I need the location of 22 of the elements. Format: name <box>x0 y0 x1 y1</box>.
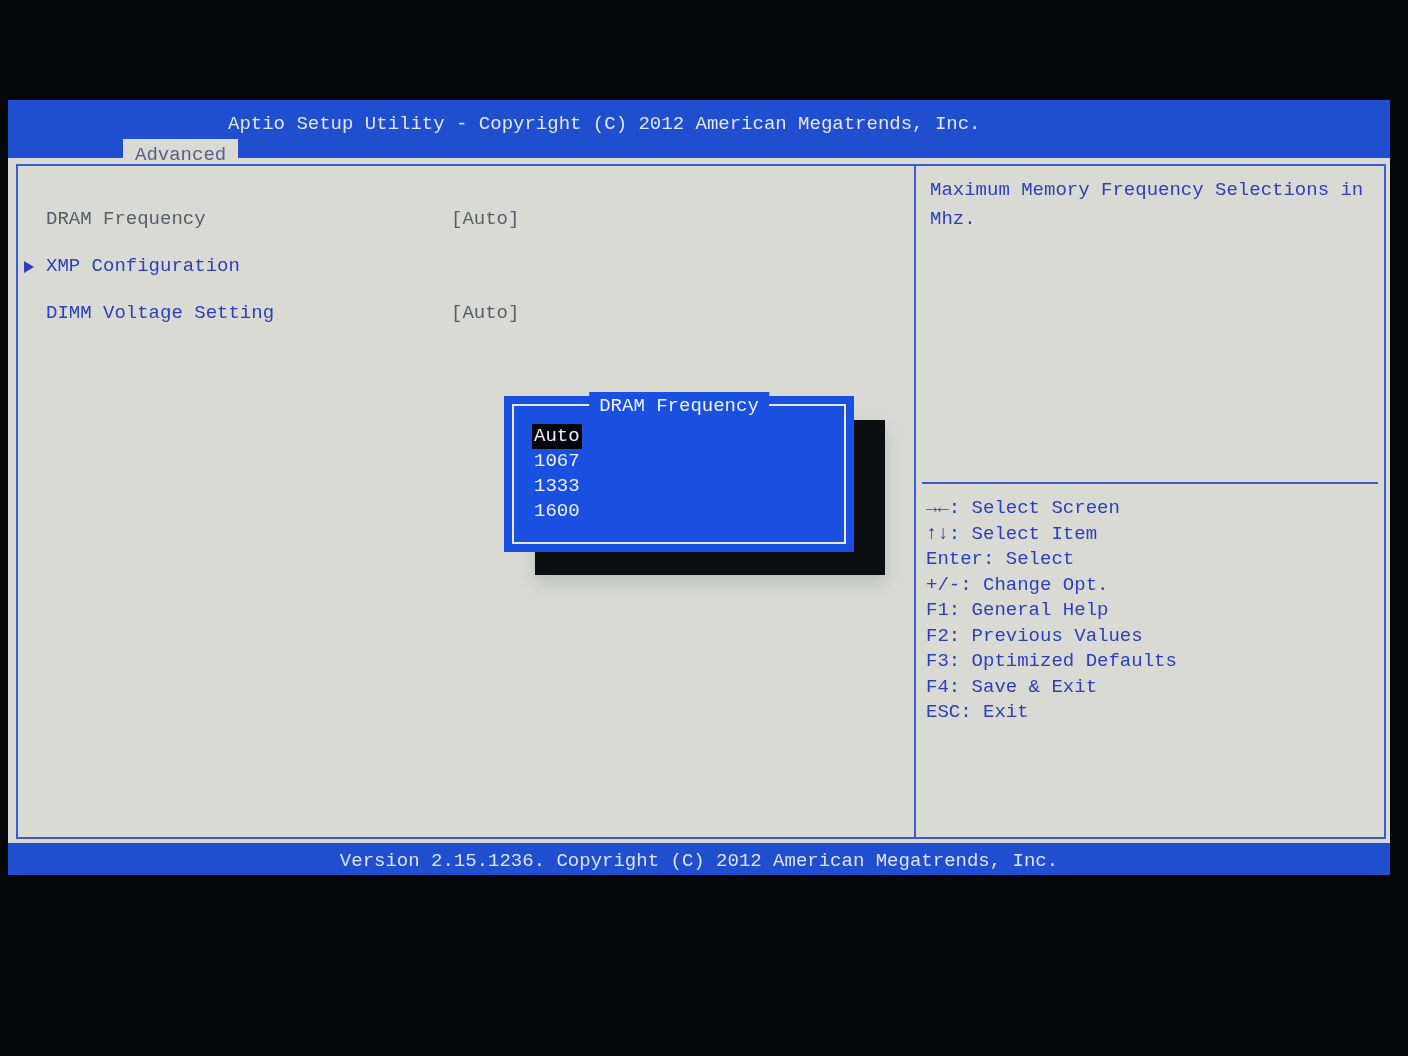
key-hint: F1: General Help <box>926 598 1110 623</box>
key-hint: ↑↓: Select Item <box>926 521 1099 547</box>
key-hint: F3: Optimized Defaults <box>926 649 1178 674</box>
submenu-arrow-icon <box>22 259 36 274</box>
footer-text: Version 2.15.1236. Copyright (C) 2012 American Megatrends, Inc. <box>8 843 1390 875</box>
key-hint: Enter: Select <box>926 547 1076 572</box>
setting-value[interactable]: [Auto] <box>451 299 520 328</box>
key-hint: F2: Previous Values <box>926 623 1144 649</box>
popup-option[interactable]: Auto <box>532 424 582 449</box>
window-title: Aptio Setup Utility - Copyright (C) 2012 American Megatrends, Inc. <box>227 112 982 137</box>
popup-option[interactable]: 1333 <box>532 474 582 499</box>
setting-label[interactable]: DRAM Frequency <box>46 205 451 234</box>
popup-option[interactable]: 1067 <box>532 449 582 474</box>
setting-label[interactable]: XMP Configuration <box>46 252 451 281</box>
setting-value[interactable]: [Auto] <box>451 205 520 234</box>
setting-label[interactable]: DIMM Voltage Setting <box>46 299 451 328</box>
popup-option[interactable]: 1600 <box>532 499 582 524</box>
help-text: Maximum Memory Frequency Selections in Mhz. <box>922 166 1378 484</box>
key-hint: ESC: Exit <box>926 700 1030 725</box>
key-hint: →←: Select Screen <box>926 496 1121 521</box>
key-hint: +/-: Change Opt. <box>926 572 1110 598</box>
key-hint: F4: Save & Exit <box>926 674 1099 700</box>
